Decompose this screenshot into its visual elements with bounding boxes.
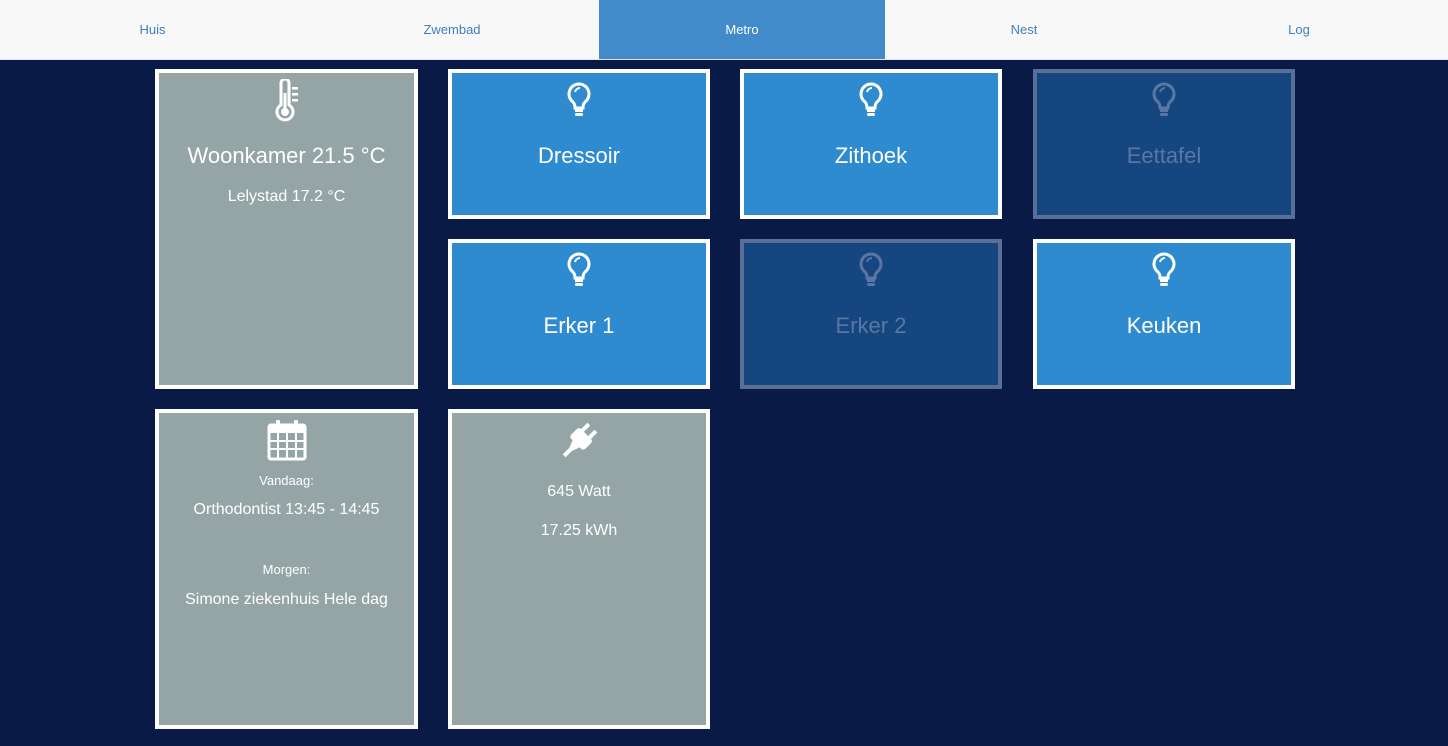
calendar-icon bbox=[267, 420, 306, 461]
today-event-time: 13:45 - 14:45 bbox=[285, 501, 380, 518]
light-tile-eettafel[interactable]: Eettafel bbox=[1033, 69, 1295, 219]
power-current: 645 Watt bbox=[547, 483, 611, 500]
light-label: Zithoek bbox=[834, 143, 908, 168]
light-label: Keuken bbox=[1126, 313, 1202, 338]
top-navbar: Huis Zwembad Metro Nest Log bbox=[0, 0, 1448, 60]
temperature-tile[interactable]: Woonkamer 21.5 °C Lelystad 17.2 °C bbox=[155, 69, 418, 389]
light-tile-zithoek[interactable]: Zithoek bbox=[740, 69, 1002, 219]
tab-nest[interactable]: Nest bbox=[885, 0, 1163, 59]
today-label: Vandaag: bbox=[259, 473, 314, 488]
tomorrow-label: Morgen: bbox=[262, 562, 311, 577]
plug-icon bbox=[562, 423, 597, 458]
light-label: Erker 1 bbox=[543, 313, 615, 338]
thermometer-icon bbox=[275, 79, 298, 122]
light-label: Erker 2 bbox=[835, 313, 907, 338]
lightbulb-icon bbox=[859, 82, 883, 116]
today-event: Orthodontist 13:45 - 14:45 bbox=[159, 501, 414, 519]
lightbulb-icon bbox=[1152, 82, 1176, 116]
today-event-title: Orthodontist bbox=[193, 501, 281, 518]
tomorrow-event-title: Simone ziekenhuis bbox=[185, 591, 320, 608]
power-tile[interactable]: 645 Watt 17.25 kWh bbox=[448, 409, 710, 729]
light-tile-keuken[interactable]: Keuken bbox=[1033, 239, 1295, 389]
tab-zwembad[interactable]: Zwembad bbox=[305, 0, 599, 59]
indoor-temperature: Woonkamer 21.5 °C bbox=[187, 143, 386, 168]
light-label: Eettafel bbox=[1126, 143, 1202, 168]
tomorrow-event: Simone ziekenhuis Hele dag bbox=[159, 591, 414, 609]
lightbulb-icon bbox=[859, 252, 883, 286]
calendar-tile[interactable]: Vandaag: Orthodontist 13:45 - 14:45 Morg… bbox=[155, 409, 418, 729]
lightbulb-icon bbox=[567, 82, 591, 116]
lightbulb-icon bbox=[567, 252, 591, 286]
light-tile-dressoir[interactable]: Dressoir bbox=[448, 69, 710, 219]
lightbulb-icon bbox=[1152, 252, 1176, 286]
outdoor-temperature: Lelystad 17.2 °C bbox=[227, 188, 346, 205]
power-total: 17.25 kWh bbox=[540, 522, 618, 539]
tab-log[interactable]: Log bbox=[1163, 0, 1435, 59]
light-tile-erker-2[interactable]: Erker 2 bbox=[740, 239, 1002, 389]
tomorrow-event-time: Hele dag bbox=[323, 591, 388, 608]
tab-huis[interactable]: Huis bbox=[0, 0, 305, 59]
tab-metro[interactable]: Metro bbox=[599, 0, 885, 59]
light-tile-erker-1[interactable]: Erker 1 bbox=[448, 239, 710, 389]
light-label: Dressoir bbox=[538, 143, 620, 168]
